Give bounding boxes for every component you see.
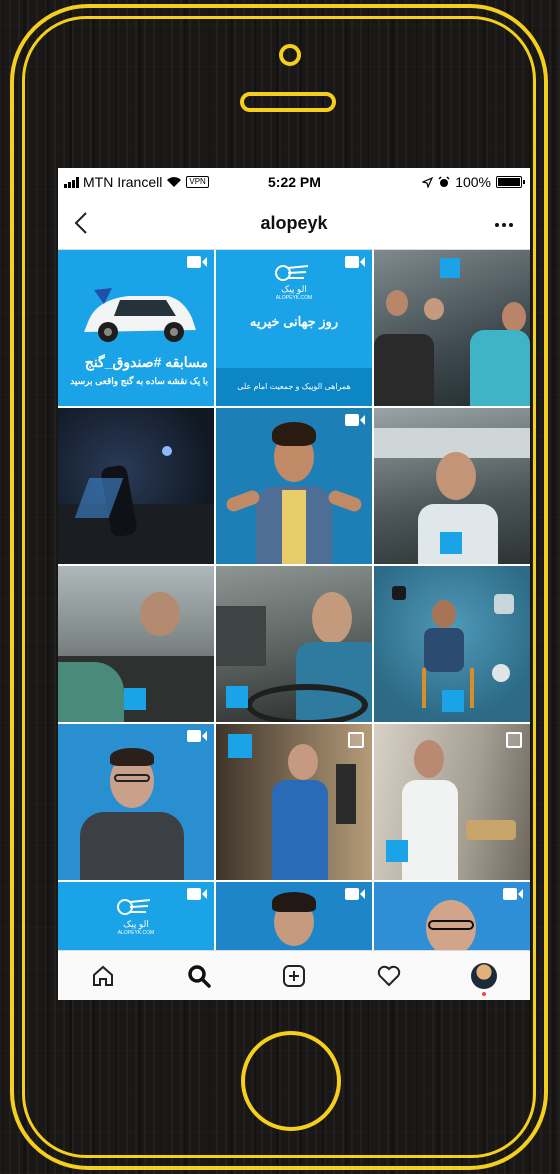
post-tile[interactable] — [58, 724, 214, 880]
home-button[interactable] — [241, 1031, 341, 1131]
post-caption: همراهی الوپیک و جمعیت امام علی — [237, 382, 351, 391]
signal-icon — [64, 176, 79, 188]
logo-subtext: ALOPEYK.COM — [117, 930, 155, 936]
post-tile[interactable] — [374, 724, 530, 880]
posts-grid: مسابقه #صندوق_گنج با یک نقشه ساده به گنج… — [58, 250, 530, 950]
search-icon[interactable] — [186, 963, 212, 989]
battery-percent: 100% — [455, 174, 491, 190]
alopeyk-badge — [124, 688, 146, 710]
add-post-icon[interactable] — [281, 963, 307, 989]
bottom-tab-bar — [58, 950, 530, 1000]
alopeyk-badge — [440, 258, 460, 278]
profile-header: alopeyk — [58, 198, 530, 250]
logo-text: الو پیک — [123, 919, 149, 929]
alopeyk-badge — [386, 840, 408, 862]
post-tile[interactable] — [216, 724, 372, 880]
video-icon — [503, 888, 523, 900]
wifi-icon — [167, 177, 182, 187]
post-headline: مسابقه #صندوق_گنج — [84, 354, 208, 370]
post-tile[interactable] — [58, 408, 214, 564]
car-illustration — [84, 288, 196, 342]
profile-avatar[interactable] — [471, 963, 497, 989]
post-tile[interactable] — [58, 566, 214, 722]
phone-screen: MTN Irancell VPN 5:22 PM 100% alopeyk مس… — [58, 168, 530, 1000]
logo-subtext: ALOPEYK.COM — [275, 295, 313, 301]
logo-text: الو پیک — [281, 284, 307, 294]
video-icon — [345, 256, 365, 268]
alopeyk-badge — [226, 686, 248, 708]
activity-heart-icon[interactable] — [376, 963, 402, 989]
post-tile[interactable] — [374, 566, 530, 722]
post-tile[interactable] — [374, 250, 530, 406]
more-horizontal-icon[interactable] — [494, 222, 514, 228]
front-camera — [279, 44, 301, 66]
battery-icon — [496, 176, 525, 188]
post-tile[interactable]: الو پیک ALOPEYK.COM — [58, 882, 214, 950]
post-tile[interactable] — [216, 882, 372, 950]
post-headline: روز جهانی خیریه — [249, 314, 339, 329]
earpiece-speaker — [240, 92, 336, 112]
post-tile[interactable] — [216, 408, 372, 564]
page-title: alopeyk — [260, 213, 328, 233]
video-icon — [345, 888, 365, 900]
post-caption: با یک نقشه ساده به گنج واقعی برسید — [70, 376, 208, 386]
carrier-name: MTN Irancell — [83, 174, 163, 190]
clock: 5:22 PM — [268, 174, 321, 190]
carousel-icon — [506, 732, 522, 748]
video-icon — [187, 730, 207, 742]
carousel-icon — [348, 732, 364, 748]
home-icon[interactable] — [90, 963, 116, 989]
alopeyk-logo-icon — [117, 899, 151, 915]
notification-dot — [482, 992, 486, 996]
status-bar: MTN Irancell VPN 5:22 PM 100% — [58, 168, 530, 198]
post-tile[interactable]: الو پیک ALOPEYK.COM روز جهانی خیریه همرا… — [216, 250, 372, 406]
video-icon — [345, 414, 365, 426]
video-icon — [187, 888, 207, 900]
post-tile[interactable] — [374, 408, 530, 564]
vpn-badge: VPN — [186, 176, 209, 188]
post-tile[interactable] — [216, 566, 372, 722]
alarm-icon — [438, 176, 450, 187]
post-tile[interactable]: مسابقه #صندوق_گنج با یک نقشه ساده به گنج… — [58, 250, 214, 406]
video-icon — [187, 256, 207, 268]
location-arrow-icon — [422, 176, 434, 188]
alopeyk-badge — [228, 734, 252, 758]
alopeyk-badge — [440, 532, 462, 554]
post-tile[interactable] — [374, 882, 530, 950]
alopeyk-logo-icon — [275, 265, 309, 281]
alopeyk-badge — [442, 690, 464, 712]
